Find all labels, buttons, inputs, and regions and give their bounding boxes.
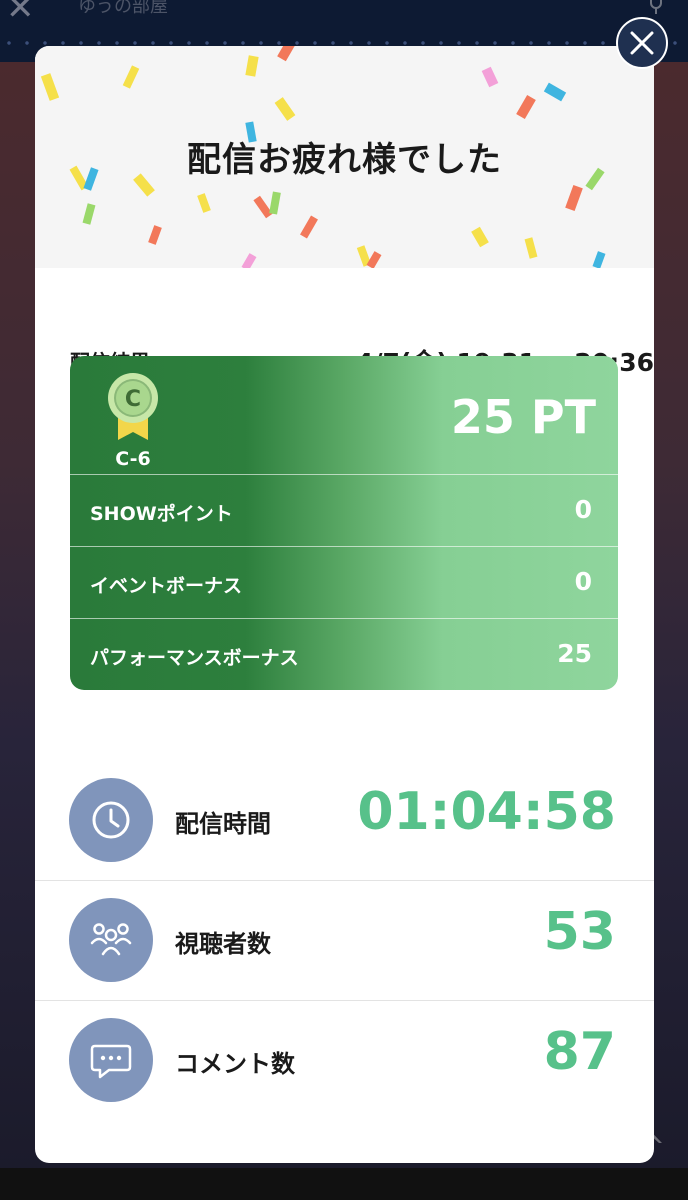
comment-icon-circle [69, 1018, 153, 1102]
comment-icon [90, 1044, 132, 1079]
background-bottom-bar [0, 1168, 688, 1200]
close-button[interactable] [616, 17, 668, 69]
points-row-show: SHOWポイント 0 [70, 474, 618, 547]
dialog-header: 配信お疲れ様でした [35, 46, 654, 268]
back-arrow-icon[interactable]: ✕ [6, 0, 35, 28]
stat-viewer-count: 視聴者数 53 [35, 880, 654, 1000]
background-title: ゆうの部屋 [78, 0, 168, 16]
clock-icon-circle [69, 778, 153, 862]
clock-icon [92, 801, 130, 839]
stat-stream-duration: 配信時間 01:04:58 [35, 760, 654, 880]
stat-value: 01:04:58 [357, 782, 616, 842]
points-row-label: イベントボーナス [90, 575, 243, 597]
stat-comment-count: コメント数 87 [35, 1000, 654, 1120]
stat-label: 配信時間 [175, 810, 271, 838]
total-points: 25 PT [450, 390, 596, 444]
stat-value: 87 [543, 1022, 616, 1082]
points-card: C C-6 25 PT SHOWポイント 0 イベントボーナス 0 パフォーマン… [70, 356, 618, 690]
rank-label: C-6 [115, 448, 151, 470]
close-icon [630, 31, 654, 55]
rank-letter: C [125, 387, 141, 412]
points-row-value: 0 [574, 495, 592, 524]
points-row-value: 0 [574, 567, 592, 596]
points-row-value: 25 [557, 639, 592, 668]
stat-value: 53 [543, 902, 616, 962]
points-row-label: パフォーマンスボーナス [90, 647, 299, 669]
points-row-label: SHOWポイント [90, 503, 233, 525]
rank-medal-icon: C [108, 373, 158, 440]
points-row-performance: パフォーマンスボーナス 25 [70, 618, 618, 690]
viewers-icon [90, 923, 132, 956]
stat-label: コメント数 [175, 1050, 295, 1078]
points-row-event: イベントボーナス 0 [70, 546, 618, 619]
dialog-title: 配信お疲れ様でした [187, 140, 502, 180]
stat-label: 視聴者数 [175, 930, 271, 958]
microphone-icon[interactable] [644, 0, 668, 16]
viewers-icon-circle [69, 898, 153, 982]
